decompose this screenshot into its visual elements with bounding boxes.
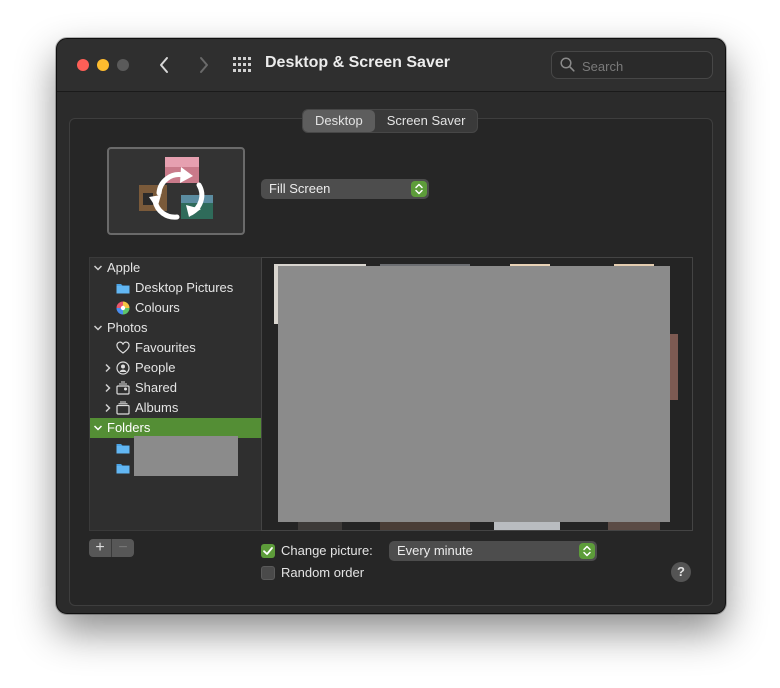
tab-control: Desktop Screen Saver bbox=[302, 109, 479, 133]
chevron-updown-icon bbox=[411, 181, 427, 197]
shared-album-icon bbox=[116, 381, 130, 395]
chevron-right-icon[interactable] bbox=[102, 402, 114, 414]
random-order-label: Random order bbox=[281, 565, 365, 580]
sidebar-section-photos[interactable]: Photos bbox=[90, 318, 262, 338]
heart-icon bbox=[116, 341, 130, 354]
source-list: Apple Desktop Pictures Colours Photos Fa… bbox=[89, 257, 263, 531]
sidebar-item-colours[interactable]: Colours bbox=[90, 298, 262, 318]
sidebar-item-desktop-pictures[interactable]: Desktop Pictures bbox=[90, 278, 262, 298]
sidebar-section-apple[interactable]: Apple bbox=[90, 258, 262, 278]
search-icon bbox=[560, 57, 575, 72]
add-folder-button[interactable]: + bbox=[89, 539, 111, 557]
remove-folder-button[interactable]: − bbox=[111, 539, 134, 557]
album-icon bbox=[116, 401, 130, 415]
folder-icon bbox=[116, 284, 130, 294]
chevron-right-icon[interactable] bbox=[102, 382, 114, 394]
change-picture-label: Change picture: bbox=[281, 543, 373, 558]
fill-mode-select[interactable]: Fill Screen bbox=[261, 179, 429, 199]
picture-grid[interactable] bbox=[261, 257, 693, 531]
zoom-window-button[interactable] bbox=[117, 59, 129, 71]
folder-icon[interactable] bbox=[116, 461, 130, 475]
sidebar-item-shared[interactable]: Shared bbox=[90, 378, 262, 398]
search-field[interactable] bbox=[551, 51, 713, 79]
rotating-pictures-icon bbox=[139, 157, 213, 220]
change-interval-value: Every minute bbox=[397, 543, 473, 558]
chevron-right-icon[interactable] bbox=[102, 362, 114, 374]
preferences-window: Desktop & Screen Saver Desktop Screen Sa… bbox=[56, 38, 726, 614]
tab-screen-saver[interactable]: Screen Saver bbox=[375, 110, 478, 132]
checkmark-icon bbox=[263, 547, 273, 555]
redacted-folder-names bbox=[134, 436, 238, 476]
change-interval-select[interactable]: Every minute bbox=[389, 541, 597, 561]
chevron-down-icon[interactable] bbox=[92, 262, 104, 274]
add-remove-control: + − bbox=[89, 539, 134, 557]
sidebar-section-folders[interactable]: Folders bbox=[90, 418, 262, 438]
person-icon bbox=[116, 361, 130, 375]
random-order-checkbox[interactable] bbox=[261, 566, 275, 580]
chevron-updown-icon bbox=[579, 543, 595, 559]
sidebar-item-people[interactable]: People bbox=[90, 358, 262, 378]
minimize-window-button[interactable] bbox=[97, 59, 109, 71]
fill-mode-value: Fill Screen bbox=[269, 181, 331, 196]
search-input[interactable] bbox=[580, 55, 704, 77]
sidebar-item-favourites[interactable]: Favourites bbox=[90, 338, 262, 358]
redacted-pictures bbox=[278, 266, 670, 522]
change-picture-checkbox[interactable] bbox=[261, 544, 275, 558]
sidebar-item-albums[interactable]: Albums bbox=[90, 398, 262, 418]
chevron-down-icon[interactable] bbox=[92, 322, 104, 334]
folder-icon[interactable] bbox=[116, 441, 130, 455]
desktop-preview bbox=[107, 147, 245, 235]
forward-arrow-icon[interactable] bbox=[191, 53, 215, 77]
back-arrow-icon[interactable] bbox=[153, 53, 177, 77]
chevron-down-icon[interactable] bbox=[92, 422, 104, 434]
show-all-grid-icon[interactable] bbox=[233, 57, 251, 73]
window-title: Desktop & Screen Saver bbox=[265, 54, 450, 71]
help-button[interactable]: ? bbox=[671, 562, 691, 582]
tab-desktop[interactable]: Desktop bbox=[303, 110, 375, 132]
close-window-button[interactable] bbox=[77, 59, 89, 71]
color-wheel-icon bbox=[116, 301, 130, 315]
title-bar: Desktop & Screen Saver bbox=[57, 39, 725, 92]
